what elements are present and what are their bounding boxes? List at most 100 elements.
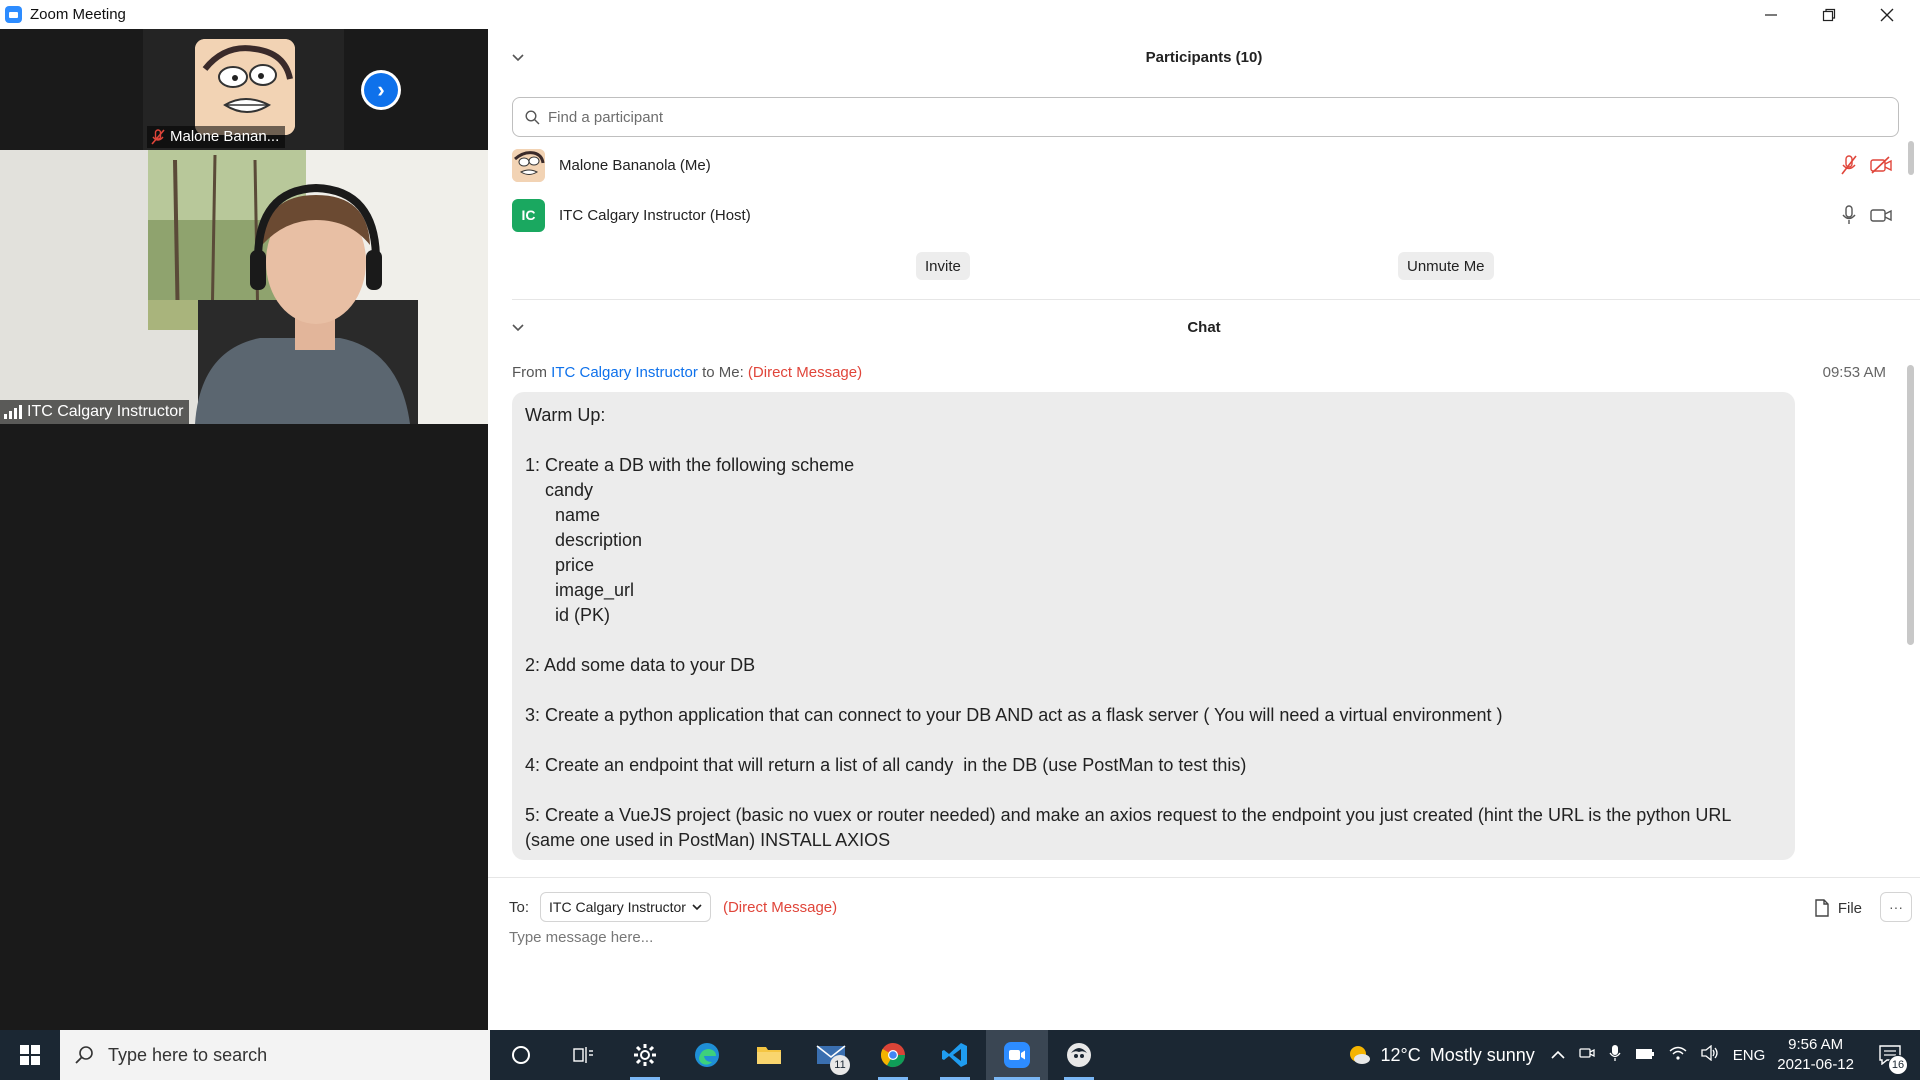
participant-avatar xyxy=(512,148,545,182)
video-off-icon[interactable] xyxy=(1870,156,1892,174)
chevron-up-icon[interactable] xyxy=(1551,1047,1565,1064)
taskbar-search-input[interactable] xyxy=(108,1044,468,1066)
windows-logo-icon xyxy=(20,1045,40,1065)
chat-scrollbar[interactable] xyxy=(1907,365,1914,645)
mic-icon[interactable] xyxy=(1840,205,1858,225)
mic-muted-icon[interactable] xyxy=(1840,155,1858,175)
unmute-me-button[interactable]: Unmute Me xyxy=(1398,252,1494,280)
participants-title: Participants (10) xyxy=(1145,48,1263,66)
message-line xyxy=(525,778,1782,803)
speaker-name: ITC Calgary Instructor xyxy=(27,403,184,420)
recipient-name: ITC Calgary Instructor xyxy=(549,899,686,915)
search-icon xyxy=(75,1046,93,1064)
taskbar-search[interactable] xyxy=(60,1030,490,1080)
taskbar-vscode[interactable] xyxy=(924,1030,986,1080)
taskbar-edge[interactable] xyxy=(676,1030,738,1080)
more-options-button[interactable]: ··· xyxy=(1880,892,1912,922)
vscode-icon xyxy=(942,1043,967,1067)
taskbar-settings[interactable] xyxy=(614,1030,676,1080)
message-line: description xyxy=(525,530,643,550)
recipient-select[interactable]: ITC Calgary Instructor xyxy=(540,892,711,922)
title-bar: Zoom Meeting xyxy=(0,0,1920,29)
invite-button[interactable]: Invite xyxy=(916,252,970,280)
to-me-label: to Me: xyxy=(702,364,744,381)
minimize-button[interactable] xyxy=(1742,0,1800,29)
taskbar-chrome[interactable] xyxy=(862,1030,924,1080)
section-divider xyxy=(512,299,1920,300)
battery-icon[interactable] xyxy=(1635,1047,1655,1064)
participant-thumbnail[interactable]: Malone Banan... xyxy=(143,29,344,150)
message-line: id (PK) xyxy=(525,605,611,625)
message-line: price xyxy=(525,555,595,575)
cartoon-avatar-image xyxy=(195,39,295,135)
compose-dm-label: (Direct Message) xyxy=(722,898,838,916)
chat-header: Chat xyxy=(488,307,1920,347)
system-tray: 12°C Mostly sunny ENG 9:56 AM 2021-06-12… xyxy=(1347,1030,1920,1080)
speaker-video-feed xyxy=(0,150,488,424)
message-input[interactable] xyxy=(509,929,1889,1009)
meet-now-icon[interactable] xyxy=(1579,1045,1595,1065)
language-indicator[interactable]: ENG xyxy=(1733,1047,1766,1064)
participant-search-input[interactable] xyxy=(548,108,1848,126)
message-sender[interactable]: ITC Calgary Instructor xyxy=(551,364,698,381)
window-title: Zoom Meeting xyxy=(30,6,126,23)
direct-message-label: (Direct Message) xyxy=(747,364,863,381)
volume-icon[interactable] xyxy=(1701,1044,1719,1065)
start-button[interactable] xyxy=(0,1030,60,1080)
minimize-icon xyxy=(1765,13,1777,16)
cortana-button[interactable] xyxy=(490,1030,552,1080)
message-line: 3: Create a python application that can … xyxy=(525,705,1503,725)
active-speaker-video: ITC Calgary Instructor xyxy=(0,150,488,424)
restore-icon xyxy=(1822,8,1836,21)
message-line: 1: Create a DB with the following scheme xyxy=(525,455,855,475)
file-button[interactable]: File xyxy=(1814,894,1862,922)
message-line: name xyxy=(525,505,601,525)
wifi-icon[interactable] xyxy=(1669,1046,1687,1064)
participants-header: Participants (10) xyxy=(488,37,1920,77)
notification-badge: 16 xyxy=(1888,1055,1908,1075)
partly-sunny-icon xyxy=(1350,1046,1371,1064)
chrome-icon xyxy=(880,1043,905,1068)
mail-badge: 11 xyxy=(830,1055,850,1075)
app-avatar-icon xyxy=(1067,1043,1091,1067)
zoom-icon xyxy=(1004,1042,1030,1068)
clock-time: 9:56 AM xyxy=(1788,1036,1844,1053)
windows-taskbar: 11 12°C Mostly sunny xyxy=(0,1030,1920,1080)
video-icon[interactable] xyxy=(1870,206,1892,224)
notification-center-button[interactable]: 16 xyxy=(1870,1045,1910,1075)
thumbnail-strip: Malone Banan... › xyxy=(0,29,488,150)
participant-search[interactable] xyxy=(512,97,1899,137)
zoom-app-icon xyxy=(5,6,22,23)
next-page-button[interactable]: › xyxy=(361,70,401,110)
taskbar-clock[interactable]: 9:56 AM 2021-06-12 xyxy=(1777,1035,1854,1075)
close-button[interactable] xyxy=(1858,0,1916,29)
weather-widget[interactable]: 12°C Mostly sunny xyxy=(1347,1043,1535,1067)
thumbnail-name: Malone Banan... xyxy=(170,128,280,145)
message-line xyxy=(525,728,1782,753)
participant-row[interactable]: Malone Bananola (Me) xyxy=(512,145,1892,185)
message-line: 2: Add some data to your DB xyxy=(525,655,756,675)
restore-button[interactable] xyxy=(1800,0,1858,29)
taskbar-app[interactable] xyxy=(1048,1030,1110,1080)
weather-text: Mostly sunny xyxy=(1429,1044,1535,1065)
task-view-button[interactable] xyxy=(552,1030,614,1080)
message-line: 4: Create an endpoint that will return a… xyxy=(525,755,1247,775)
taskbar-mail[interactable]: 11 xyxy=(800,1030,862,1080)
message-line xyxy=(525,428,1782,453)
edge-browser-icon xyxy=(695,1043,719,1067)
taskbar-file-explorer[interactable] xyxy=(738,1030,800,1080)
participants-scrollbar[interactable] xyxy=(1908,141,1914,175)
more-icon: ··· xyxy=(1889,899,1903,915)
to-label: To: xyxy=(509,898,530,916)
message-meta: From ITC Calgary Instructor to Me: (Dire… xyxy=(512,364,862,381)
mic-muted-icon xyxy=(151,128,165,145)
taskbar-zoom[interactable] xyxy=(986,1030,1048,1080)
collapse-participants-icon[interactable] xyxy=(512,49,524,65)
message-line: image_url xyxy=(525,580,635,600)
microphone-icon[interactable] xyxy=(1609,1044,1621,1066)
weather-temp: 12°C xyxy=(1380,1044,1421,1065)
video-area: Malone Banan... › ITC Calgary Instructor xyxy=(0,29,488,1030)
participant-row[interactable]: IC ITC Calgary Instructor (Host) xyxy=(512,195,1892,235)
thumbnail-name-tag: Malone Banan... xyxy=(147,126,286,148)
collapse-chat-icon[interactable] xyxy=(512,319,524,335)
